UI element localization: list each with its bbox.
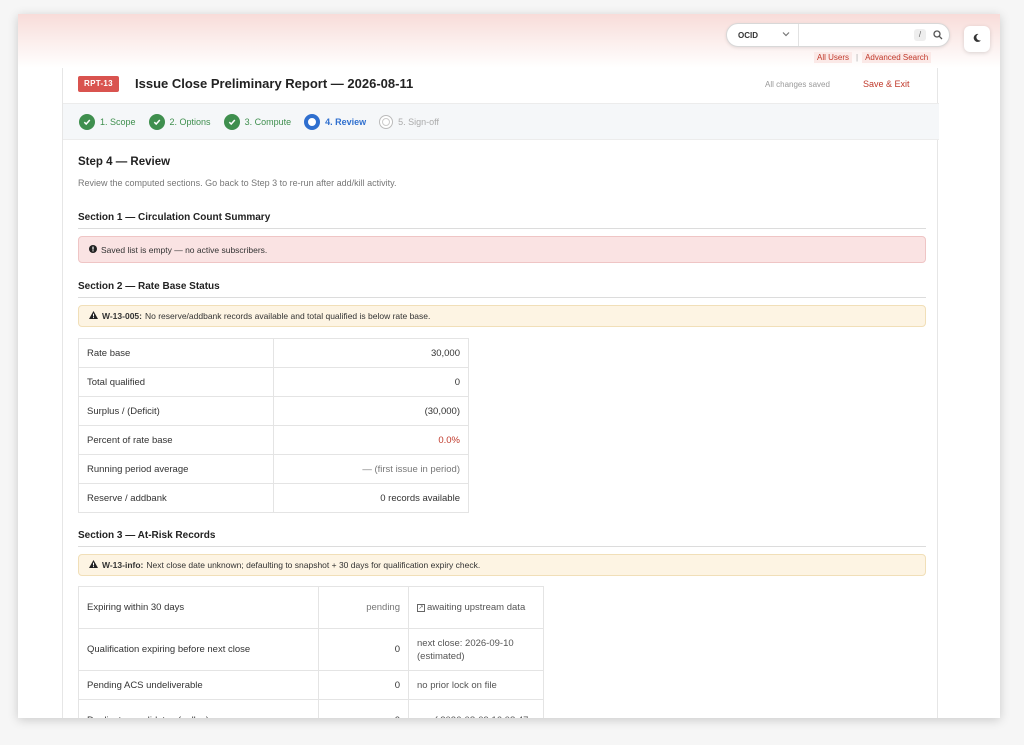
row-label: Qualification expiring before next close: [78, 628, 319, 671]
step-compute[interactable]: 3. Compute: [223, 113, 292, 130]
row-label: Percent of rate base: [78, 425, 274, 455]
row-value: — (first issue in period): [273, 454, 469, 484]
row-label: Running period average: [78, 454, 274, 484]
report-id-badge: RPT-13: [78, 76, 119, 92]
row-value: 0: [318, 699, 409, 718]
search-icon[interactable]: [930, 27, 946, 43]
chevron-down-icon: [782, 30, 790, 40]
table-row: Running period average — (first issue in …: [78, 454, 469, 484]
wizard-stepper: 1. Scope 2. Options 3. Compute 4. Review…: [63, 104, 939, 140]
section-3-title: Section 3 — At-Risk Records: [78, 530, 926, 547]
search-scope-label: OCID: [738, 30, 758, 40]
save-status: All changes saved: [765, 80, 830, 89]
table-row: Total qualified 0: [78, 367, 469, 397]
check-icon: [148, 113, 165, 130]
row-value: 0: [318, 670, 409, 700]
dark-mode-toggle[interactable]: [964, 26, 990, 52]
row-label: Rate base: [78, 338, 274, 368]
step-label: 2. Options: [169, 116, 211, 127]
section-2-title: Section 2 — Rate Base Status: [78, 281, 926, 298]
moon-icon: [972, 33, 982, 46]
step-label: 3. Compute: [244, 116, 292, 127]
advanced-search-link[interactable]: Advanced Search: [862, 52, 932, 63]
report-header: RPT-13 Issue Close Preliminary Report — …: [63, 68, 939, 104]
alert-code: W-13-005:: [102, 311, 142, 321]
row-label: Surplus / (Deficit): [78, 396, 274, 426]
row-value: pending: [318, 586, 409, 629]
search-input[interactable]: [801, 26, 909, 44]
row-value: 0.0%: [273, 425, 469, 455]
search-scope-select[interactable]: OCID: [727, 24, 799, 46]
table-row: Pending ACS undeliverable 0 no prior loc…: [78, 670, 544, 700]
app-window: OCID / All Users | Advanced Search RPT-1…: [18, 14, 1000, 718]
section-3-alert: W-13-info: Next close date unknown; defa…: [78, 554, 926, 576]
page-title: Issue Close Preliminary Report — 2026-08…: [135, 76, 414, 91]
step-options[interactable]: 2. Options: [148, 113, 211, 130]
save-exit-button[interactable]: Save & Exit: [863, 79, 910, 89]
section-2-alert: W-13-005: No reserve/addbank records ava…: [78, 305, 926, 327]
link-separator: |: [856, 53, 859, 62]
note-text: awaiting upstream data: [427, 602, 526, 613]
at-risk-table: Expiring within 30 days pending ↗ awaitin…: [78, 586, 544, 718]
alert-text: No reserve/addbank records available and…: [144, 311, 431, 321]
section-1-alert: Saved list is empty — no active subscrib…: [78, 236, 926, 263]
all-users-link[interactable]: All Users: [814, 52, 853, 63]
row-value: 0: [318, 628, 409, 671]
step-label: 4. Review: [325, 116, 367, 127]
row-label: Pending ACS undeliverable: [78, 670, 319, 700]
pending-step-icon: [379, 114, 394, 129]
warning-icon: [89, 311, 98, 321]
table-row: Expiring within 30 days pending ↗ awaitin…: [78, 586, 544, 629]
row-label: Total qualified: [78, 367, 274, 397]
row-value: 30,000: [273, 338, 469, 368]
step-description: Review the computed sections. Go back to…: [78, 178, 397, 188]
rate-base-table: Rate base 30,000 Total qualified 0 Surplus…: [78, 338, 469, 513]
table-row: Surplus / (Deficit) (30,000): [78, 396, 469, 426]
table-row: Duplicate candidates (galley) 0 as of 20…: [78, 699, 544, 718]
row-value: (30,000): [273, 396, 469, 426]
step-scope[interactable]: 1. Scope: [79, 113, 136, 130]
section-1-title: Section 1 — Circulation Count Summary: [78, 212, 926, 229]
keyboard-shortcut-hint: /: [914, 29, 926, 41]
external-link-icon[interactable]: ↗: [417, 604, 425, 612]
report-panel: RPT-13 Issue Close Preliminary Report — …: [62, 68, 939, 718]
step-review[interactable]: 4. Review: [304, 113, 367, 130]
step-heading: Step 4 — Review: [78, 156, 171, 168]
row-note: next close: 2026-09-10 (estimated): [408, 628, 544, 671]
check-icon: [223, 113, 240, 130]
step-label: 5. Sign-off: [398, 116, 439, 127]
row-value: 0: [273, 367, 469, 397]
global-search: OCID /: [726, 23, 950, 47]
step-signoff[interactable]: 5. Sign-off: [379, 114, 439, 129]
step-label: 1. Scope: [100, 116, 136, 127]
check-icon: [79, 113, 95, 130]
table-row: Rate base 30,000: [78, 338, 469, 368]
alert-text: Next close date unknown; defaulting to s…: [146, 560, 481, 570]
alert-code: W-13-info:: [102, 560, 144, 570]
row-label: Expiring within 30 days: [78, 586, 319, 629]
row-value: 0 records available: [273, 483, 469, 513]
exclamation-circle-icon: [89, 244, 97, 255]
row-note: ↗ awaiting upstream data: [408, 586, 544, 629]
table-row: Reserve / addbank 0 records available: [78, 483, 469, 513]
top-bar: OCID / All Users | Advanced Search: [18, 14, 1000, 68]
table-row: Percent of rate base 0.0%: [78, 425, 469, 455]
current-step-icon: [304, 113, 321, 130]
table-row: Qualification expiring before next close…: [78, 628, 544, 671]
row-note: no prior lock on file: [408, 670, 544, 700]
alert-text: Saved list is empty — no active subscrib…: [101, 244, 268, 255]
row-label: Reserve / addbank: [78, 483, 274, 513]
warning-icon: [89, 560, 98, 570]
search-links: All Users | Advanced Search: [814, 52, 932, 63]
row-note: as of 2026-08-09 16:08:47: [408, 699, 544, 718]
row-label: Duplicate candidates (galley): [78, 699, 319, 718]
